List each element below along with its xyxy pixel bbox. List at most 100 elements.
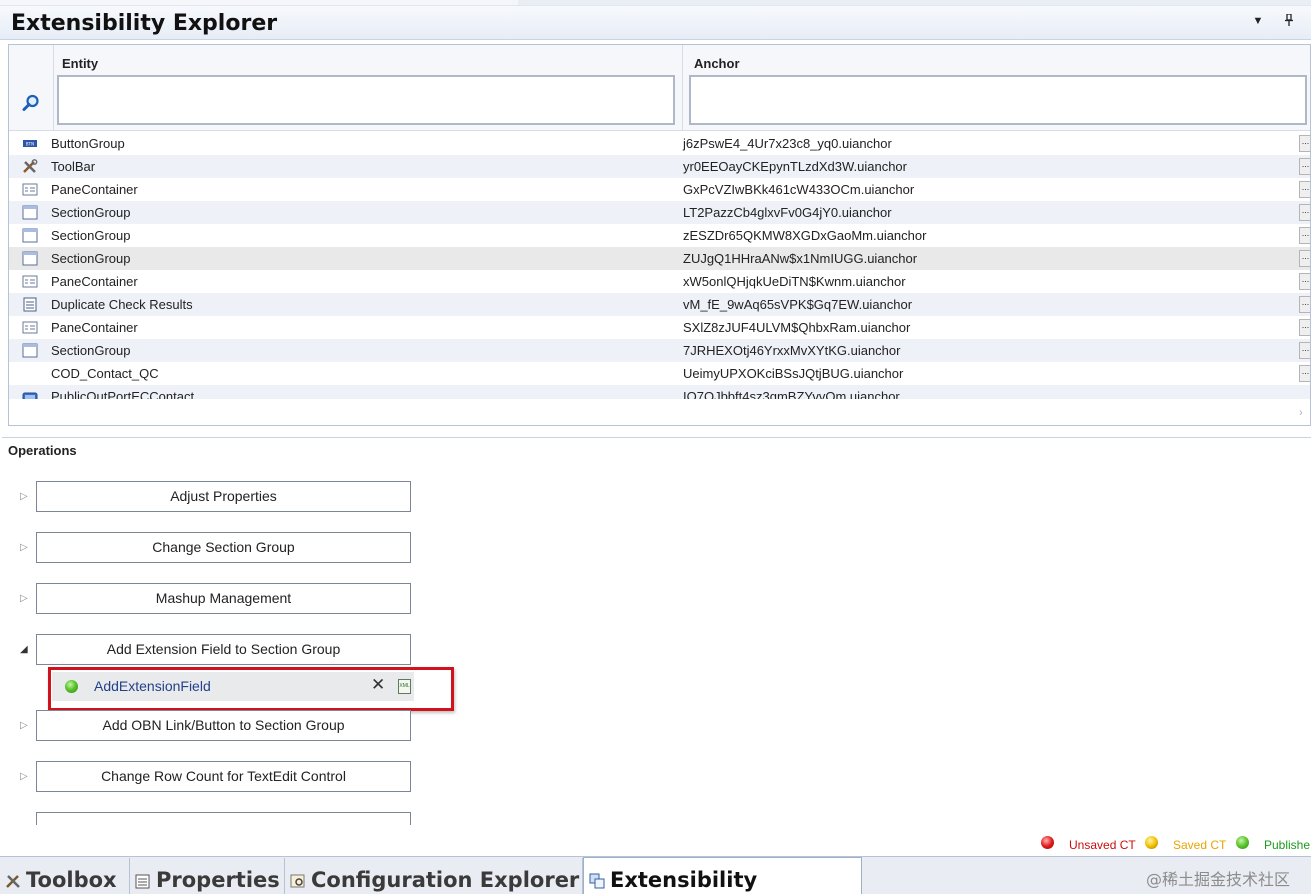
ellipsis-button[interactable]: ...	[1299, 204, 1310, 221]
tab-toolbox[interactable]: Toolbox	[0, 858, 130, 894]
entity-cell: COD_Contact_QC	[51, 366, 159, 381]
entity-cell: ButtonGroup	[51, 136, 125, 151]
anchor-column-header[interactable]: Anchor	[694, 56, 740, 71]
pane-container-icon	[22, 183, 38, 196]
table-row[interactable]: SectionGroup ZUJgQ1HHraANw$x1NmIUGG.uian…	[9, 247, 1310, 270]
search-cell[interactable]	[9, 45, 54, 131]
tab-label: Toolbox	[26, 868, 117, 892]
table-row[interactable]: ToolBar yr0EEOayCKEpynTLzdXd3W.uianchor …	[9, 155, 1310, 178]
ellipsis-button[interactable]: ...	[1299, 135, 1310, 152]
operation-mashup-management[interactable]: Mashup Management	[36, 583, 411, 614]
operation-partial[interactable]	[36, 812, 411, 825]
operations-panel: Operations ▷ Adjust Properties ▷ Change …	[2, 437, 1311, 825]
entity-cell: PublicOutPortECContact	[51, 389, 195, 399]
table-row[interactable]: PaneContainer GxPcVZIwBKk461cW433OCm.uia…	[9, 178, 1310, 201]
collapse-arrow-icon[interactable]: ◢	[20, 644, 30, 656]
operation-adjust-properties[interactable]: Adjust Properties	[36, 481, 411, 512]
anchor-cell: ZUJgQ1HHraANw$x1NmIUGG.uianchor	[683, 251, 918, 266]
anchor-cell: SXlZ8zJUF4ULVM$QhbxRam.uianchor	[683, 320, 911, 335]
ellipsis-button[interactable]: ...	[1299, 342, 1310, 359]
entity-cell: ToolBar	[51, 159, 96, 174]
table-row[interactable]: COD_Contact_QC UeimyUPXOKciBSsJQtjBUG.ui…	[9, 362, 1310, 385]
entity-cell: SectionGroup	[51, 251, 131, 266]
table-row[interactable]: PublicOutPortECContact IO7OJbbft4sz3gmBZ…	[9, 385, 1310, 399]
entity-cell: SectionGroup	[51, 205, 131, 220]
properties-icon	[135, 874, 150, 889]
expand-arrow-icon[interactable]: ▷	[20, 542, 30, 554]
operations-title: Operations	[8, 443, 77, 458]
ellipsis-button[interactable]: ...	[1299, 296, 1310, 313]
section-group-icon	[22, 251, 38, 266]
window-title-bar: Extensibility Explorer ▼	[0, 6, 1311, 40]
section-group-icon	[22, 205, 38, 220]
anchor-cell: IO7OJbbft4sz3gmBZYvvOm.uianchor	[683, 389, 900, 399]
entity-cell: SectionGroup	[51, 343, 131, 358]
scroll-right-icon[interactable]: ›	[1299, 407, 1303, 419]
dropdown-icon[interactable]: ▼	[1251, 14, 1265, 28]
ellipsis-button[interactable]: ...	[1299, 181, 1310, 198]
pin-icon[interactable]	[1282, 13, 1296, 28]
list-icon	[23, 297, 37, 312]
highlight-box	[48, 667, 454, 711]
published-status-icon	[1236, 836, 1249, 849]
status-legend: Unsaved CT Saved CT Publishe	[0, 834, 1311, 856]
tab-label: Extensibility Explorer	[610, 868, 758, 892]
svg-text:BTN: BTN	[26, 142, 34, 147]
entity-cell: PaneContainer	[51, 182, 138, 197]
table-row[interactable]: SectionGroup 7JRHEXOtj46YrxxMvXYtKG.uian…	[9, 339, 1310, 362]
ellipsis-button[interactable]: ...	[1299, 250, 1310, 267]
expand-arrow-icon[interactable]: ▷	[20, 771, 30, 783]
operation-add-obn-link[interactable]: Add OBN Link/Button to Section Group	[36, 710, 411, 741]
anchor-cell: LT2PazzCb4glxvFv0G4jY0.uianchor	[683, 205, 892, 220]
anchor-cell: GxPcVZIwBKk461cW433OCm.uianchor	[683, 182, 915, 197]
entity-filter-input[interactable]	[57, 75, 675, 125]
entity-cell: Duplicate Check Results	[51, 297, 193, 312]
search-icon[interactable]	[22, 94, 40, 112]
expand-arrow-icon[interactable]: ▷	[20, 720, 30, 732]
extensibility-icon	[589, 873, 605, 889]
entity-column-header[interactable]: Entity	[62, 56, 98, 71]
anchor-cell: 7JRHEXOtj46YrxxMvXYtKG.uianchor	[683, 343, 901, 358]
table-row[interactable]: SectionGroup zESZDr65QKMW8XGDxGaoMm.uian…	[9, 224, 1310, 247]
table-row[interactable]: Duplicate Check Results vM_fE_9wAq65sVPK…	[9, 293, 1310, 316]
operation-change-row-count[interactable]: Change Row Count for TextEdit Control	[36, 761, 411, 792]
toolbar-icon	[23, 159, 38, 173]
section-group-icon	[22, 228, 38, 243]
anchor-cell: xW5onlQHjqkUeDiTN$Kwnm.uianchor	[683, 274, 906, 289]
pane-container-icon	[22, 275, 38, 288]
table-row[interactable]: PaneContainer xW5onlQHjqkUeDiTN$Kwnm.uia…	[9, 270, 1310, 293]
legend-published: Publishe	[1264, 838, 1311, 852]
anchor-filter-input[interactable]	[689, 75, 1307, 125]
button-group-icon: BTN	[23, 140, 37, 147]
expand-arrow-icon[interactable]: ▷	[20, 593, 30, 605]
unsaved-status-icon	[1041, 836, 1054, 849]
ellipsis-button[interactable]: ...	[1299, 273, 1310, 290]
bottom-tab-bar: Toolbox Properties Configuration Explore…	[0, 856, 1311, 894]
table-row[interactable]: SectionGroup LT2PazzCb4glxvFv0G4jY0.uian…	[9, 201, 1310, 224]
operation-add-extension-field[interactable]: Add Extension Field to Section Group	[36, 634, 411, 665]
ellipsis-button[interactable]: ...	[1299, 158, 1310, 175]
entity-cell: SectionGroup	[51, 228, 131, 243]
entity-cell: PaneContainer	[51, 274, 138, 289]
pane-container-icon	[22, 321, 38, 334]
ellipsis-button[interactable]: ...	[1299, 227, 1310, 244]
tab-extensibility-explorer[interactable]: Extensibility Explorer	[583, 857, 862, 894]
anchor-cell: j6zPswE4_4Ur7x23c8_yq0.uianchor	[683, 136, 892, 151]
expand-arrow-icon[interactable]: ▷	[20, 491, 30, 503]
entity-cell: PaneContainer	[51, 320, 138, 335]
configuration-icon	[290, 874, 305, 888]
tab-configuration-explorer[interactable]: Configuration Explorer	[285, 858, 583, 894]
anchor-cell: zESZDr65QKMW8XGDxGaoMm.uianchor	[683, 228, 927, 243]
toolbox-icon	[6, 875, 20, 888]
table-row[interactable]: PaneContainer SXlZ8zJUF4ULVM$QhbxRam.uia…	[9, 316, 1310, 339]
operation-change-section-group[interactable]: Change Section Group	[36, 532, 411, 563]
tab-label: Properties	[156, 868, 280, 892]
outport-icon	[22, 392, 38, 399]
table-row[interactable]: BTN ButtonGroup j6zPswE4_4Ur7x23c8_yq0.u…	[9, 132, 1310, 155]
tab-properties[interactable]: Properties	[130, 858, 285, 894]
ellipsis-button[interactable]: ...	[1299, 365, 1310, 382]
section-group-icon	[22, 343, 38, 358]
anchor-cell: yr0EEOayCKEpynTLzdXd3W.uianchor	[683, 159, 907, 174]
ellipsis-button[interactable]: ...	[1299, 319, 1310, 336]
entity-grid: Entity Anchor BTN ButtonGroup j6zPswE4_4…	[8, 44, 1311, 426]
